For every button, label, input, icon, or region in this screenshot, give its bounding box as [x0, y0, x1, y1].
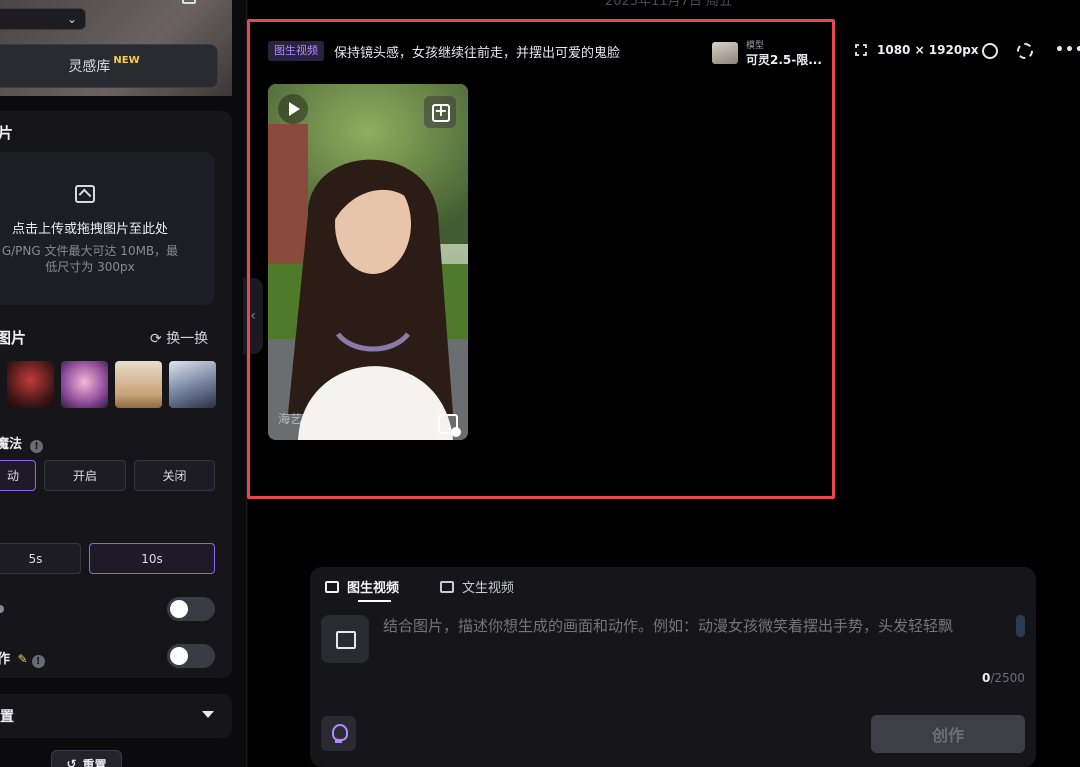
refresh-icon: ⟳	[150, 331, 162, 347]
upload-hint-line2: 低尺寸为 300px	[45, 260, 135, 274]
model-name: 可灵2.5-限...	[746, 53, 822, 67]
caret-down-icon	[202, 711, 214, 718]
char-limit: /2500	[990, 671, 1025, 685]
lightbulb-icon[interactable]	[321, 716, 356, 751]
swap-label: 换一换	[166, 331, 209, 347]
magic-option-auto[interactable]: 动	[0, 460, 36, 491]
play-icon[interactable]	[278, 94, 308, 124]
video-icon	[325, 580, 339, 593]
duration-option-5s[interactable]: 5s	[0, 543, 81, 574]
model-label: 模型	[746, 41, 765, 51]
example-thumbnail[interactable]	[61, 361, 108, 408]
regenerate-icon[interactable]	[1017, 43, 1033, 59]
left-top-banner: ⌄ 灵感库 NEW	[0, 0, 232, 96]
task-prompt: 保持镜头感，女孩继续往前走，并摆出可爱的鬼脸	[334, 46, 621, 61]
info-icon[interactable]: !	[30, 440, 44, 453]
add-image-button[interactable]	[321, 615, 369, 663]
watermark: 海艺	[278, 412, 303, 426]
upload-hint-line1: G/PNG 文件最大可达 10MB，最	[1, 244, 179, 258]
toggle-switch[interactable]	[167, 597, 215, 621]
magic-setting: 魔法!	[0, 433, 44, 453]
prompt-input[interactable]	[383, 617, 1023, 635]
date-header: 2025年11月7日 周五	[605, 0, 733, 9]
magic-wand-icon: ✎	[17, 652, 28, 666]
save-icon[interactable]	[438, 414, 461, 437]
tab-image-to-video-label: 图生视频	[347, 581, 400, 596]
advanced-settings-label: 置	[0, 709, 14, 725]
expand-icon[interactable]	[855, 44, 867, 56]
more-options-icon[interactable]: •••	[1055, 42, 1080, 58]
tab-text-to-video[interactable]: 文生视频	[440, 577, 514, 596]
generated-video-thumbnail[interactable]: 海艺	[268, 84, 468, 440]
reset-icon: ↺	[66, 757, 77, 767]
magic-option-on[interactable]: 开启	[44, 460, 126, 491]
scrollbar-thumb[interactable]	[1016, 615, 1025, 637]
magic-option-off[interactable]: 关闭	[134, 460, 215, 491]
ratio-select[interactable]: ⌄	[0, 8, 86, 30]
image-upload-dropzone[interactable]: 点击上传或拖拽图片至此处 G/PNG 文件最大可达 10MB，最 低尺寸为 30…	[0, 152, 215, 305]
toggle-switch[interactable]	[167, 644, 215, 668]
tab-image-to-video[interactable]: 图生视频	[325, 577, 399, 596]
advanced-settings-header[interactable]: 置	[0, 694, 232, 738]
toggle2-label: 作	[0, 652, 11, 667]
example-thumbnail[interactable]	[115, 361, 162, 408]
upload-section-title: 片	[0, 124, 14, 142]
inspiration-library-label: 灵感库	[68, 59, 111, 75]
info-circle-icon[interactable]	[982, 43, 998, 59]
duration-option-10s[interactable]: 10s	[89, 543, 215, 574]
tab-text-to-video-label: 文生视频	[462, 581, 515, 596]
left-panel: ⌄ 灵感库 NEW 片 点击上传或拖拽图片至此处 G/PNG 文件最大可达 10…	[0, 0, 248, 767]
edit-icon	[440, 580, 454, 593]
crop-icon[interactable]	[182, 0, 196, 4]
reset-label: 重置	[82, 757, 107, 767]
create-button[interactable]: 创作	[871, 715, 1025, 753]
model-thumbnail	[712, 42, 738, 64]
image-upload-icon	[75, 185, 95, 203]
magic-label: 魔法	[0, 437, 23, 452]
inspiration-library-button[interactable]: 灵感库 NEW	[0, 44, 218, 88]
info-icon[interactable]: !	[31, 655, 45, 668]
upload-main-text: 点击上传或拖拽图片至此处	[11, 222, 168, 237]
example-thumbnail[interactable]	[7, 361, 54, 408]
example-thumbnail[interactable]	[169, 361, 216, 408]
task-type-badge: 图生视频	[268, 41, 324, 61]
examples-title: 图片	[0, 329, 27, 347]
swap-button[interactable]: ⟳ 换一换	[150, 328, 208, 348]
reset-button[interactable]: ↺ 重置	[51, 750, 122, 767]
add-to-canvas-icon[interactable]	[424, 96, 456, 128]
toggle2-setting: 作 ✎!	[0, 648, 45, 668]
active-tab-indicator	[358, 600, 391, 602]
char-counter: 0/2500	[982, 671, 1025, 685]
chevron-down-icon: ⌄	[66, 12, 77, 26]
new-badge: NEW	[113, 54, 140, 66]
resolution-label: 1080 × 1920px	[877, 43, 979, 57]
video-frame-image	[268, 84, 468, 440]
upload-hint-text: G/PNG 文件最大可达 10MB，最 低尺寸为 300px	[0, 243, 190, 275]
